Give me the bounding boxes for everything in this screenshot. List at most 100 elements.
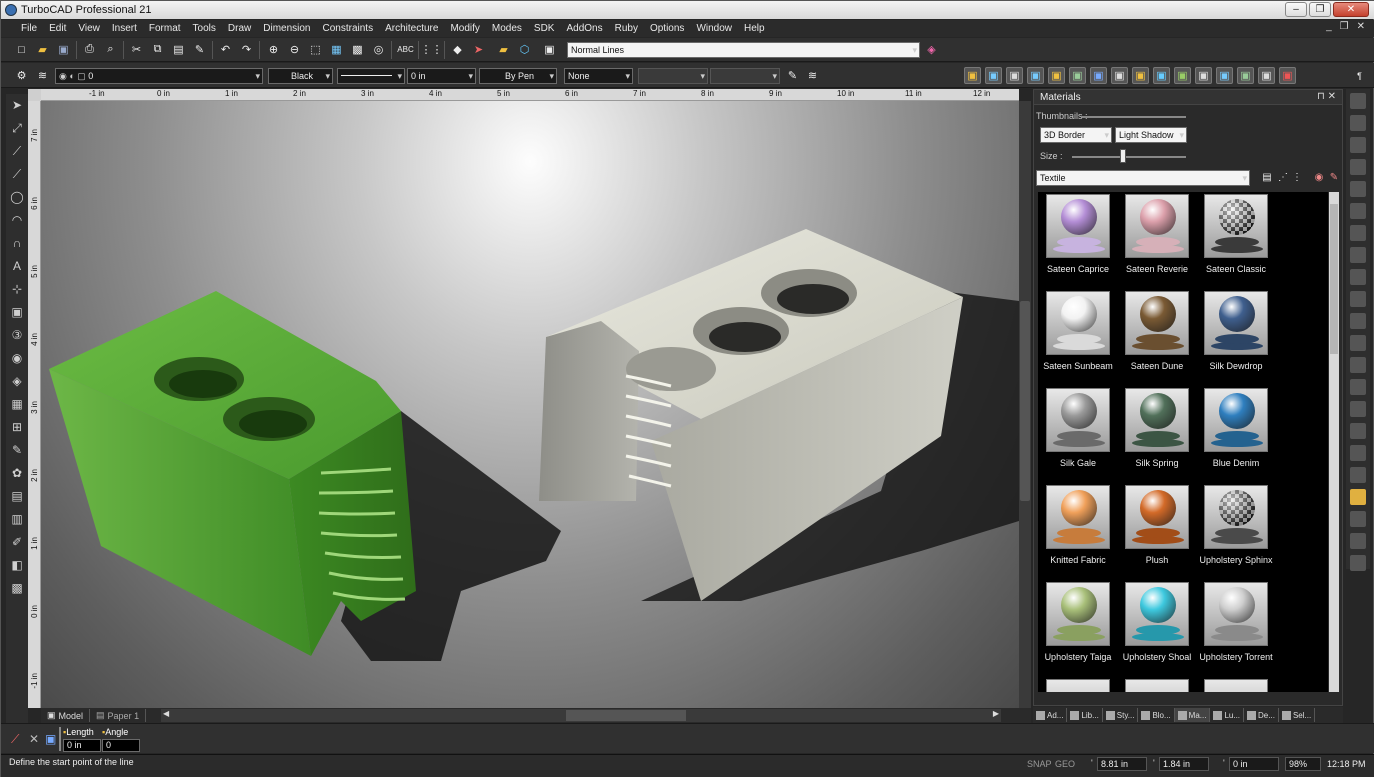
globe-icon[interactable] [1350, 489, 1366, 505]
material-item[interactable]: Upholstery Torrent [1198, 582, 1274, 662]
view-load-icon[interactable]: ▣ [1237, 67, 1254, 84]
format-painter-icon[interactable]: ✎ [191, 41, 208, 58]
palette-tab[interactable]: Sty... [1103, 708, 1139, 722]
material-pick-icon[interactable]: ✎ [1327, 170, 1341, 184]
material-item[interactable]: Sateen Classic [1198, 194, 1274, 274]
materials-scroll-thumb[interactable] [1330, 204, 1338, 354]
zoom-out-icon[interactable]: ⊖ [286, 41, 303, 58]
layers-stack-icon[interactable]: ≋ [804, 67, 821, 84]
palette-tab[interactable]: Blo... [1138, 708, 1175, 722]
copy-icon[interactable]: ⧉ [149, 41, 166, 58]
hatch-icon[interactable]: ▦ [8, 395, 26, 413]
menu-insert[interactable]: Insert [106, 20, 143, 37]
panel-pin-close-icons[interactable]: ⊓ ✕ [1317, 91, 1336, 102]
view-list-icon[interactable]: ▣ [1258, 67, 1275, 84]
material-thumbnail[interactable] [1046, 194, 1110, 258]
material-thumbnail[interactable] [1204, 582, 1268, 646]
layer-dropdown[interactable]: ◉ ◐ ▢ 0 [55, 68, 263, 84]
knife-icon[interactable] [1350, 115, 1366, 131]
fillet-icon[interactable] [1350, 313, 1366, 329]
cancel-icon[interactable]: ✕ [29, 732, 39, 746]
empty-dropdown-2[interactable] [710, 68, 780, 84]
scroll-left-arrow-icon[interactable]: ◀ [163, 709, 169, 718]
close-button[interactable]: ✕ [1333, 2, 1369, 17]
material-thumbnail[interactable] [1046, 485, 1110, 549]
menu-view[interactable]: View [72, 20, 106, 37]
material-thumbnail[interactable] [1204, 291, 1268, 355]
insert-icon[interactable]: ▤ [8, 487, 26, 505]
material-thumbnail[interactable] [1204, 679, 1268, 692]
menu-sdk[interactable]: SDK [528, 20, 561, 37]
menu-modes[interactable]: Modes [486, 20, 528, 37]
line-tool-icon[interactable]: ⟋ [11, 732, 19, 747]
arc-icon[interactable]: ◠ [8, 211, 26, 229]
menu-format[interactable]: Format [143, 20, 187, 37]
scroll-right-arrow-icon[interactable]: ▶ [993, 709, 999, 718]
curve-icon[interactable]: ∩ [8, 234, 26, 252]
loft-icon[interactable] [1350, 269, 1366, 285]
copy-face-icon[interactable] [1350, 225, 1366, 241]
material-thumbnail[interactable] [1125, 485, 1189, 549]
material-item[interactable]: Upholstery Shoal [1119, 582, 1195, 662]
print-preview-icon[interactable]: ⌕ [102, 41, 119, 58]
material-thumbnail[interactable] [1204, 388, 1268, 452]
zoom-in-icon[interactable]: ⊕ [265, 41, 282, 58]
menu-window[interactable]: Window [690, 20, 738, 37]
menu-constraints[interactable]: Constraints [317, 20, 380, 37]
material-item-partial[interactable] [1119, 679, 1195, 692]
geo-indicator[interactable]: GEO [1055, 759, 1075, 769]
new-material-icon[interactable]: ▤ [1260, 170, 1274, 184]
layer-tool-icon[interactable]: ◧ [8, 556, 26, 574]
toolbar-options-icon[interactable]: ¶ [1351, 67, 1368, 84]
empty-dropdown-1[interactable] [638, 68, 708, 84]
design-director-icon[interactable]: ▰ [495, 41, 512, 58]
size-slider-track[interactable] [1072, 156, 1186, 158]
chamfer-icon[interactable] [1350, 335, 1366, 351]
angle-input[interactable]: 0 [102, 739, 140, 752]
menu-help[interactable]: Help [738, 20, 771, 37]
palette-tab[interactable]: Lu... [1210, 708, 1245, 722]
material-thumbnail[interactable] [1046, 679, 1110, 692]
menu-architecture[interactable]: Architecture [379, 20, 444, 37]
zoom-page-icon[interactable]: ▩ [349, 41, 366, 58]
menu-file[interactable]: File [15, 20, 43, 37]
pen-color-dropdown[interactable]: Black [268, 68, 333, 84]
document-close-icon[interactable]: ✕ [1357, 21, 1365, 32]
border-style-dropdown[interactable]: 3D Border [1040, 127, 1112, 143]
minimize-button[interactable]: – [1285, 2, 1307, 17]
shell-icon[interactable] [1350, 203, 1366, 219]
palette-icon[interactable]: ▥ [8, 510, 26, 528]
line-style-dropdown[interactable]: Normal Lines [567, 42, 920, 58]
properties-icon[interactable]: ▣ [45, 732, 56, 746]
menu-draw[interactable]: Draw [222, 20, 257, 37]
plus-icon[interactable] [1350, 445, 1366, 461]
tab-paper-1[interactable]: ▤ Paper 1 [90, 709, 147, 722]
horizontal-scroll-thumb[interactable] [566, 710, 686, 721]
stack-icon[interactable] [1350, 467, 1366, 483]
save-icon[interactable]: ▣ [55, 41, 72, 58]
cut-icon[interactable]: ✂ [128, 41, 145, 58]
magnet-icon[interactable] [1350, 93, 1366, 109]
material-item[interactable]: Sateen Sunbeam [1040, 291, 1116, 371]
new-file-icon[interactable]: □ [13, 41, 30, 58]
menu-modify[interactable]: Modify [444, 20, 485, 37]
revolve-icon[interactable] [1350, 357, 1366, 373]
flower-icon[interactable]: ✿ [8, 464, 26, 482]
material-thumbnail[interactable] [1046, 291, 1110, 355]
palette-tab[interactable]: De... [1244, 708, 1279, 722]
menu-edit[interactable]: Edit [43, 20, 72, 37]
open-folder-icon[interactable]: ▰ [34, 41, 51, 58]
drawing-viewport[interactable] [41, 101, 1019, 708]
material-item[interactable]: Sateen Caprice [1040, 194, 1116, 274]
snap-indicator[interactable]: SNAP [1027, 759, 1052, 769]
line-type-dropdown[interactable] [337, 68, 405, 84]
menu-ruby[interactable]: Ruby [609, 20, 644, 37]
match-properties-icon[interactable]: ✎ [784, 67, 801, 84]
grid-icon[interactable]: ⋮⋮ [421, 41, 443, 58]
render-icon[interactable]: ◈ [8, 372, 26, 390]
material-thumbnail[interactable] [1125, 194, 1189, 258]
camera-icon[interactable]: ◉ [8, 349, 26, 367]
3d-icon[interactable]: ③ [8, 326, 26, 344]
dimension-icon[interactable]: ⊹ [8, 280, 26, 298]
material-item[interactable]: Silk Dewdrop [1198, 291, 1274, 371]
